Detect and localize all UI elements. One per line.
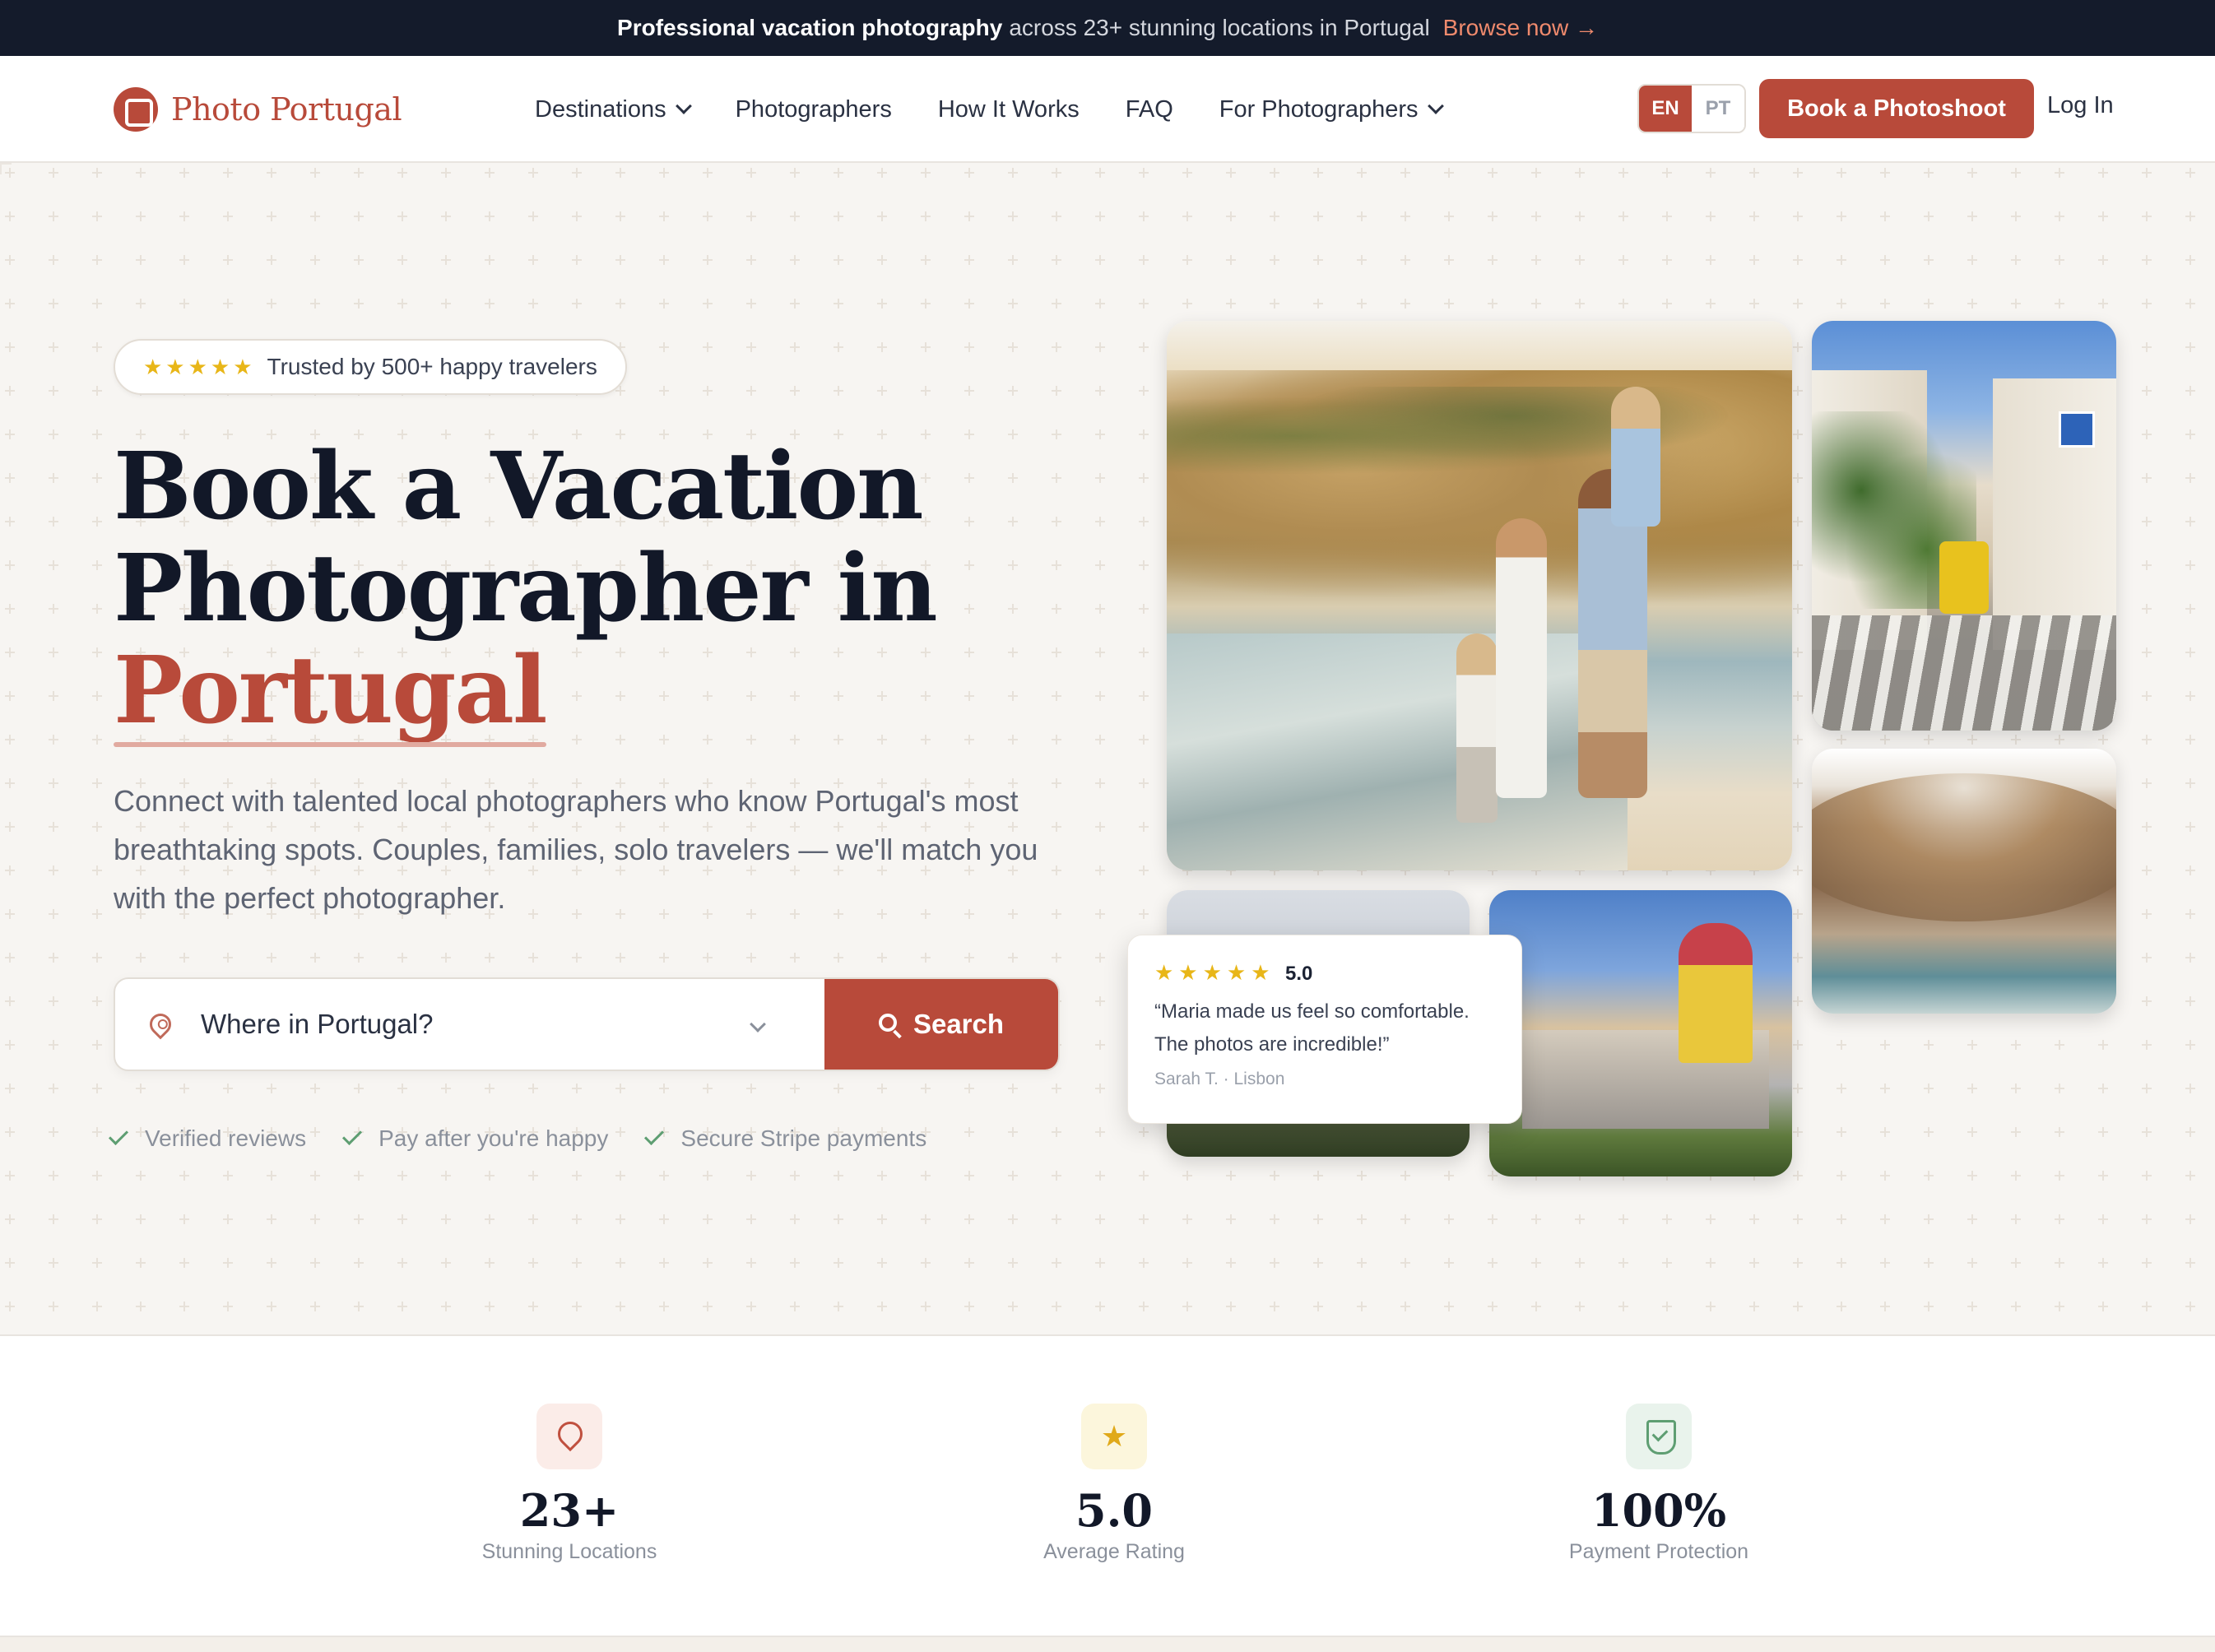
menu-destinations[interactable]: Destinations [535, 95, 692, 123]
trust-badge-text: Trusted by 500+ happy travelers [267, 354, 597, 379]
hero-title-line1: Book a Vacation [114, 433, 924, 541]
check-item: Secure Stripe payments [644, 1125, 927, 1152]
search-icon [878, 1014, 897, 1032]
search-button-label: Search [912, 1009, 1005, 1039]
shield-check-icon [1626, 1404, 1692, 1469]
login-link[interactable]: Log In [2047, 92, 2114, 119]
menu-for-photographers[interactable]: For Photographers [1219, 95, 1444, 123]
review-card: ★★★★★ 5.0 “Maria made us feel so comfort… [1127, 935, 1522, 1124]
stat-label: Stunning Locations [481, 1540, 657, 1563]
main-menu: Destinations Photographers How It Works … [535, 56, 1488, 163]
hero-title: Book a Vacation Photographer in Portugal [114, 433, 1101, 747]
location-search: Where in Portugal? Search [114, 977, 1060, 1071]
pena-palace-photo [1489, 890, 1792, 1176]
stat-label: Average Rating [1043, 1540, 1185, 1563]
beach-family-photo [1167, 321, 1792, 870]
language-switcher: EN PT [1637, 84, 1746, 133]
menu-photographers-label: Photographers [735, 95, 892, 123]
logo-text: Photo Portugal [171, 91, 402, 128]
checkmark-icon [342, 1125, 363, 1146]
rating-stars-icon: ★★★★★ [143, 354, 256, 379]
main-navbar: Photo Portugal Destinations Photographer… [0, 56, 2215, 163]
map-pin-icon [536, 1404, 602, 1469]
chevron-down-icon [675, 98, 692, 114]
trust-checks: Verified reviews Pay after you're happy … [108, 1125, 968, 1152]
stat-rating: ★ 5.0 Average Rating [950, 1336, 1279, 1564]
hero-subtitle: Connect with talented local photographer… [114, 784, 1038, 915]
lang-pt-button[interactable]: PT [1692, 86, 1744, 132]
lang-en-button[interactable]: EN [1639, 86, 1692, 132]
benagil-cave-photo [1812, 749, 2116, 1014]
check-item: Verified reviews [108, 1125, 307, 1152]
logo[interactable]: Photo Portugal [114, 87, 402, 132]
menu-faq[interactable]: FAQ [1126, 96, 1173, 123]
search-button[interactable]: Search [824, 979, 1058, 1070]
browse-now-link[interactable]: Browse now → [1443, 15, 1598, 41]
check-label: Secure Stripe payments [680, 1125, 927, 1151]
review-stars-icon: ★★★★★ [1154, 960, 1275, 985]
stat-payment: 100% Payment Protection [1494, 1336, 1823, 1564]
announcement-bold: Professional vacation photography [617, 15, 1003, 40]
chevron-down-icon [750, 1016, 766, 1032]
announcement-bar: Professional vacation photography across… [0, 0, 2215, 56]
menu-faq-label: FAQ [1125, 95, 1173, 123]
stat-value: 23+ [519, 1484, 620, 1537]
stat-label: Payment Protection [1568, 1540, 1749, 1563]
menu-photographers[interactable]: Photographers [736, 96, 892, 123]
menu-how-it-works[interactable]: How It Works [938, 96, 1080, 123]
chevron-down-icon [1427, 98, 1444, 114]
hero-title-line2: Photographer in [114, 535, 938, 643]
check-label: Verified reviews [145, 1125, 307, 1151]
checkmark-icon [644, 1125, 665, 1146]
location-select[interactable]: Where in Portugal? [115, 979, 824, 1070]
menu-destinations-label: Destinations [535, 95, 666, 123]
trust-badge: ★★★★★ Trusted by 500+ happy travelers [114, 339, 627, 395]
lisbon-tram-photo [1812, 321, 2116, 731]
book-photoshoot-button[interactable]: Book a Photoshoot [1759, 79, 2034, 138]
logo-camera-icon [114, 87, 158, 132]
menu-for-photographers-label: For Photographers [1219, 95, 1419, 123]
location-placeholder: Where in Portugal? [201, 1009, 434, 1039]
review-author: Sarah T. · Lisbon [1154, 1070, 1285, 1088]
map-pin-icon [145, 1009, 176, 1040]
stat-value: 100% [1590, 1484, 1727, 1537]
stat-locations: 23+ Stunning Locations [405, 1336, 734, 1564]
stats-section: 23+ Stunning Locations ★ 5.0 Average Rat… [0, 1334, 2215, 1637]
review-rating: 5.0 [1285, 963, 1313, 985]
star-icon: ★ [1081, 1404, 1147, 1469]
check-item: Pay after you're happy [342, 1125, 609, 1152]
menu-how-it-works-label: How It Works [937, 95, 1080, 123]
check-label: Pay after you're happy [378, 1125, 609, 1151]
review-quote: “Maria made us feel so comfortable. The … [1154, 1000, 1470, 1056]
hero-title-accent: Portugal [114, 637, 548, 747]
stat-value: 5.0 [1075, 1484, 1153, 1537]
announcement-text: across 23+ stunning locations in Portuga… [1009, 15, 1430, 40]
next-section-edge [0, 1637, 2215, 1652]
